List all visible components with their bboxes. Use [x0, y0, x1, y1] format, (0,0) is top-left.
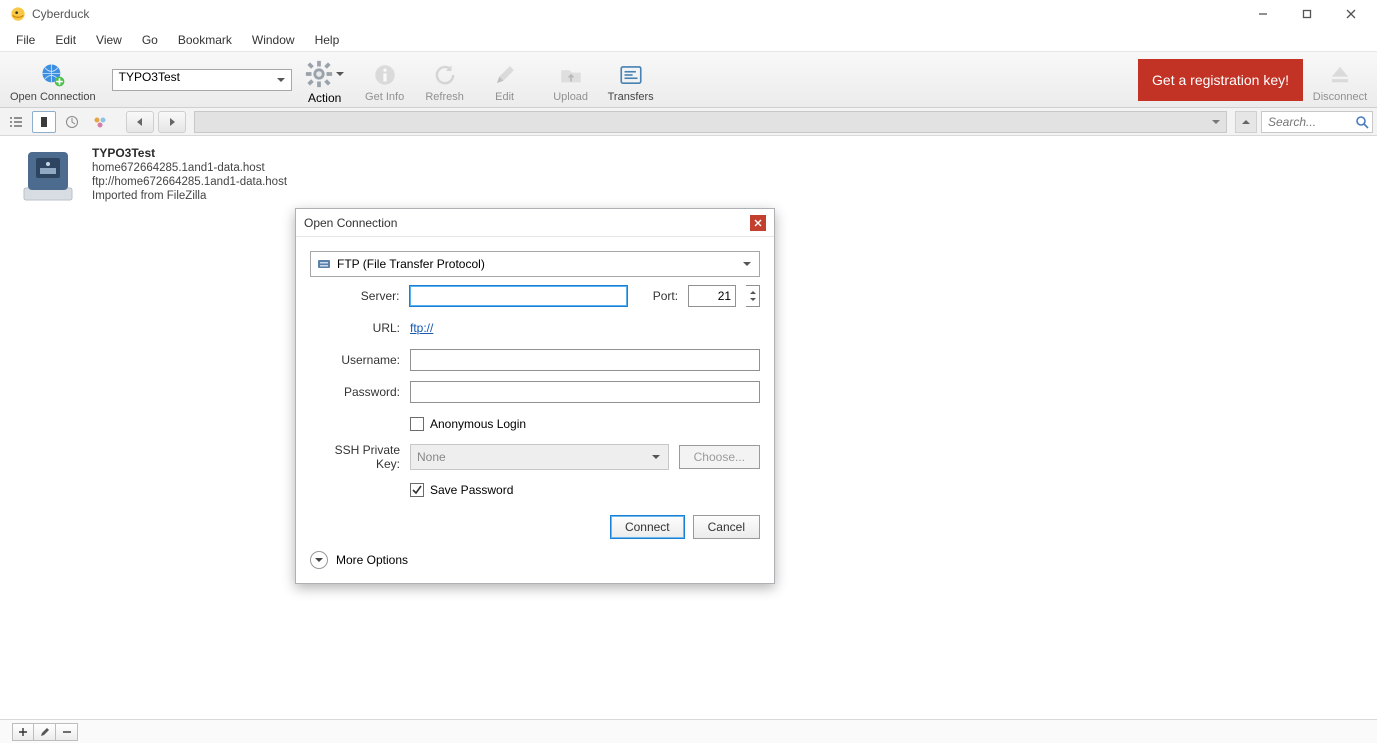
- globe-plus-icon: [39, 61, 67, 89]
- dialog-close-button[interactable]: [750, 215, 766, 231]
- main-toolbar: Open Connection TYPO3Test Action Get Inf…: [0, 52, 1377, 108]
- anonymous-login-checkbox[interactable]: Anonymous Login: [410, 417, 526, 431]
- nav-back-button[interactable]: [126, 111, 154, 133]
- get-info-button[interactable]: Get Info: [358, 59, 412, 105]
- upload-button[interactable]: Upload: [544, 59, 598, 105]
- menu-bookmark[interactable]: Bookmark: [168, 31, 242, 49]
- save-password-checkbox[interactable]: Save Password: [410, 483, 513, 497]
- username-input[interactable]: [410, 349, 760, 371]
- save-password-label: Save Password: [430, 483, 513, 497]
- action-split-button[interactable]: [304, 59, 346, 91]
- port-spinner[interactable]: [746, 285, 760, 307]
- transfers-button[interactable]: Transfers: [604, 59, 658, 105]
- registration-banner[interactable]: Get a registration key!: [1138, 59, 1303, 101]
- transfers-label: Transfers: [608, 91, 654, 103]
- pencil-icon: [491, 61, 519, 89]
- ssh-key-select: None: [410, 444, 669, 470]
- choose-key-button: Choose...: [679, 445, 760, 469]
- browser-navbar: [0, 108, 1377, 136]
- minimize-button[interactable]: [1241, 0, 1285, 28]
- folder-up-icon: [557, 61, 585, 89]
- more-options-toggle[interactable]: More Options: [310, 545, 760, 569]
- dropdown-arrow-icon[interactable]: [336, 59, 346, 89]
- menu-view[interactable]: View: [86, 31, 132, 49]
- url-label: URL:: [310, 321, 400, 335]
- menu-file[interactable]: File: [6, 31, 45, 49]
- gear-icon: [304, 59, 334, 89]
- path-dropdown[interactable]: [194, 111, 1227, 133]
- server-input[interactable]: [409, 285, 628, 307]
- open-connection-label: Open Connection: [10, 91, 96, 103]
- bookmark-title: TYPO3Test: [92, 146, 287, 160]
- connect-button[interactable]: Connect: [610, 515, 685, 539]
- url-link[interactable]: ftp://: [410, 321, 433, 335]
- search-icon: [1355, 115, 1369, 129]
- bonjour-view-button[interactable]: [88, 111, 112, 133]
- go-up-button[interactable]: [1235, 111, 1257, 133]
- ftp-icon: [317, 257, 331, 271]
- disk-icon: [18, 146, 78, 206]
- chevron-down-icon: [310, 551, 328, 569]
- outline-view-button[interactable]: [4, 111, 28, 133]
- nav-forward-button[interactable]: [158, 111, 186, 133]
- edit-button[interactable]: Edit: [478, 59, 532, 105]
- action-label: Action: [308, 91, 341, 105]
- menu-window[interactable]: Window: [242, 31, 305, 49]
- info-icon: [371, 61, 399, 89]
- disconnect-label: Disconnect: [1313, 91, 1367, 103]
- bookmark-url: ftp://home672664285.1and1-data.host: [92, 176, 287, 188]
- protocol-select[interactable]: FTP (File Transfer Protocol): [310, 251, 760, 277]
- history-view-button[interactable]: [60, 111, 84, 133]
- get-info-label: Get Info: [365, 91, 404, 103]
- bookmarks-view-button[interactable]: [32, 111, 56, 133]
- add-bookmark-button[interactable]: [12, 723, 34, 741]
- remove-bookmark-button[interactable]: [56, 723, 78, 741]
- menu-help[interactable]: Help: [305, 31, 350, 49]
- ssh-key-label: SSH Private Key:: [310, 443, 400, 471]
- open-connection-button[interactable]: Open Connection: [6, 59, 100, 105]
- password-label: Password:: [310, 385, 400, 399]
- app-icon: [10, 6, 26, 22]
- refresh-label: Refresh: [425, 91, 464, 103]
- transfers-icon: [617, 61, 645, 89]
- open-connection-dialog: Open Connection FTP (File Transfer Proto…: [295, 208, 775, 584]
- username-label: Username:: [310, 353, 400, 367]
- menu-edit[interactable]: Edit: [45, 31, 86, 49]
- refresh-button[interactable]: Refresh: [418, 59, 472, 105]
- eject-icon: [1326, 61, 1354, 89]
- bookmark-quick-select[interactable]: TYPO3Test: [112, 69, 292, 91]
- bottom-bar: [0, 719, 1377, 743]
- protocol-select-value: FTP (File Transfer Protocol): [337, 257, 485, 271]
- anonymous-login-label: Anonymous Login: [430, 417, 526, 431]
- bookmark-imported: Imported from FileZilla: [92, 190, 287, 202]
- bookmark-quick-select-value: TYPO3Test: [119, 70, 180, 84]
- disconnect-button[interactable]: Disconnect: [1309, 59, 1371, 105]
- app-title: Cyberduck: [32, 7, 89, 21]
- maximize-button[interactable]: [1285, 0, 1329, 28]
- dialog-title: Open Connection: [304, 216, 397, 230]
- password-input[interactable]: [410, 381, 760, 403]
- close-button[interactable]: [1329, 0, 1373, 28]
- refresh-icon: [431, 61, 459, 89]
- edit-bookmark-button[interactable]: [34, 723, 56, 741]
- port-input[interactable]: [688, 285, 736, 307]
- upload-label: Upload: [553, 91, 588, 103]
- menu-go[interactable]: Go: [132, 31, 168, 49]
- title-bar: Cyberduck: [0, 0, 1377, 28]
- browser-content: TYPO3Test home672664285.1and1-data.host …: [0, 136, 1377, 719]
- bookmark-host: home672664285.1and1-data.host: [92, 162, 287, 174]
- cancel-button[interactable]: Cancel: [693, 515, 760, 539]
- edit-label: Edit: [495, 91, 514, 103]
- menu-bar: File Edit View Go Bookmark Window Help: [0, 28, 1377, 52]
- port-label: Port:: [638, 289, 678, 303]
- bookmark-row[interactable]: TYPO3Test home672664285.1and1-data.host …: [0, 136, 1377, 216]
- ssh-key-value: None: [417, 450, 446, 464]
- server-label: Server:: [310, 289, 399, 303]
- more-options-label: More Options: [336, 553, 408, 567]
